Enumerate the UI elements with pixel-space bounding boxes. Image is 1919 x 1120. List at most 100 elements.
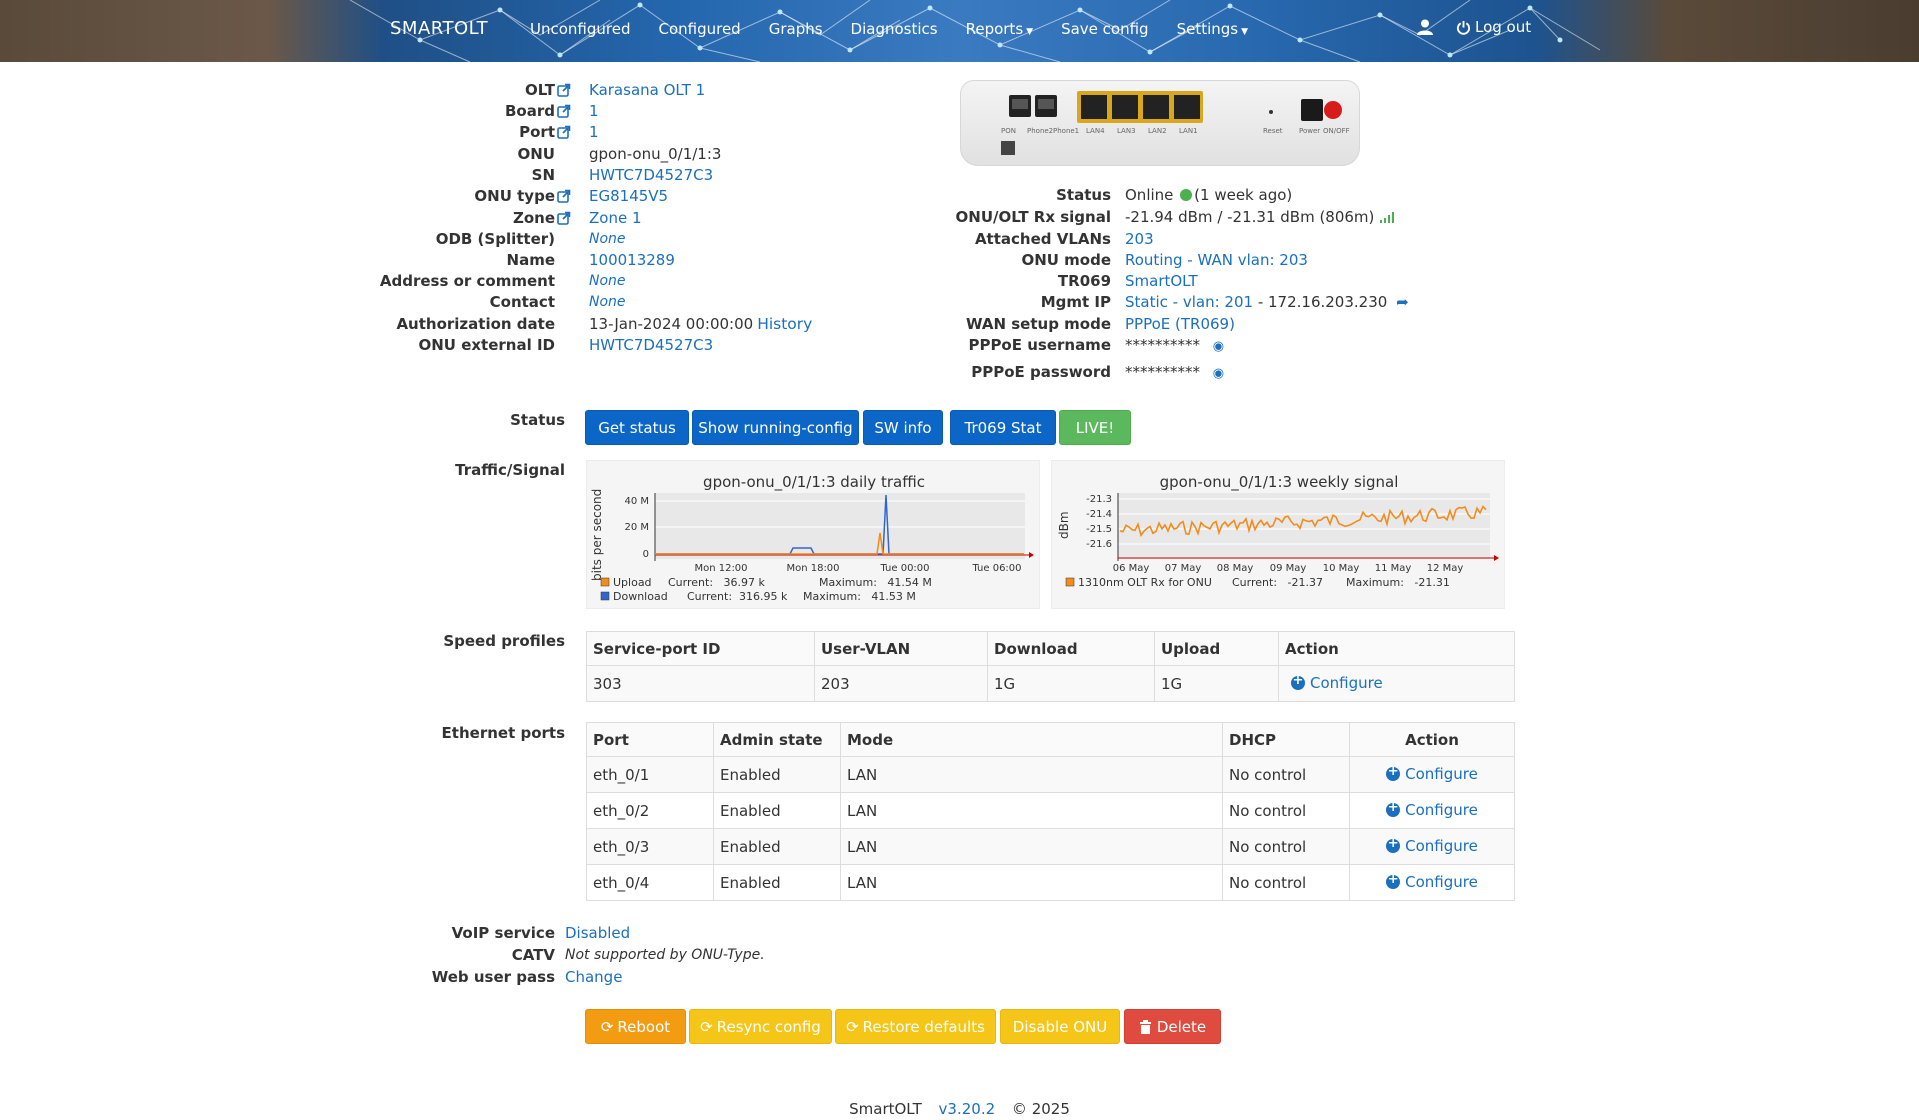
share-arrow-icon[interactable]: ➦ [1396, 293, 1409, 311]
traffic-signal-label: Traffic/Signal [455, 461, 565, 479]
signal-xtick: 11 May [1375, 563, 1412, 574]
table-row: eth_0/1EnabledLANNo control Configure [586, 756, 1515, 793]
info-value[interactable]: HWTC7D4527C3 [589, 336, 713, 354]
power-icon [1456, 20, 1471, 35]
pppoe-password-wrap: ********** ◉ [1125, 363, 1224, 381]
traffic-chart-svg: gpon-onu_0/1/1:3 daily traffic bits per … [590, 473, 1034, 603]
nav-reports[interactable]: Reports ▼ [952, 20, 1047, 38]
nav-right: Log out [1416, 18, 1531, 36]
show-running-config-button[interactable]: Show running-config [692, 410, 859, 445]
configure-label: Configure [1405, 800, 1478, 819]
nav-configured[interactable]: Configured [644, 20, 754, 38]
table-row: eth_0/2EnabledLANNo control Configure [586, 792, 1515, 829]
info-value[interactable]: None [589, 231, 626, 247]
configure-link[interactable]: Configure [1291, 673, 1383, 692]
traffic-xtick: Tue 00:00 [879, 563, 929, 574]
configure-link[interactable]: Configure [1386, 836, 1478, 855]
live-button[interactable]: LIVE! [1059, 410, 1131, 445]
upload-legend-swatch [600, 577, 610, 587]
vlans-value[interactable]: 203 [1125, 230, 1154, 248]
voip-key: VoIP service [451, 923, 555, 942]
info-row: Port 1 [335, 121, 599, 142]
tr069-stat-button[interactable]: Tr069 Stat [950, 410, 1056, 445]
resync-config-button[interactable]: ⟳ Resync config [689, 1009, 832, 1044]
nav-settings[interactable]: Settings ▼ [1163, 20, 1262, 38]
restore-defaults-button[interactable]: ⟳ Restore defaults [835, 1009, 996, 1044]
info-value[interactable]: HWTC7D4527C3 [589, 166, 713, 184]
nav-diagnostics[interactable]: Diagnostics [837, 20, 952, 38]
daily-traffic-graph[interactable]: gpon-onu_0/1/1:3 daily traffic bits per … [586, 460, 1040, 609]
info-row: ONU type EG8145V5 [335, 185, 668, 206]
info-row: ONU external ID HWTC7D4527C3 [335, 334, 714, 355]
onu-mode-value[interactable]: Routing - WAN vlan: 203 [1125, 251, 1308, 269]
disable-onu-button[interactable]: Disable ONU [1000, 1009, 1120, 1044]
nav-unconfigured[interactable]: Unconfigured [516, 20, 644, 38]
get-status-button[interactable]: Get status [585, 410, 689, 445]
configure-label: Configure [1405, 764, 1478, 783]
info-value[interactable]: Zone 1 [589, 209, 642, 227]
info-value[interactable]: 100013289 [589, 251, 675, 269]
delete-button[interactable]: Delete [1124, 1009, 1221, 1044]
table-row: eth_0/3EnabledLANNo control Configure [586, 828, 1515, 865]
weekly-signal-graph[interactable]: gpon-onu_0/1/1:3 weekly signal dBm -21.3… [1051, 460, 1505, 609]
external-link-icon[interactable] [557, 211, 581, 225]
onu-mode-key: ONU mode [1021, 250, 1111, 269]
rx-signal-value: -21.94 dBm / -21.31 dBm (806m) [1125, 207, 1375, 226]
nav-save-config[interactable]: Save config [1047, 20, 1163, 38]
info-key: OLT [524, 80, 555, 99]
logout-link[interactable]: Log out [1456, 18, 1531, 36]
cell-user-vlan: 203 [814, 665, 988, 702]
external-link-icon[interactable] [557, 189, 581, 203]
web-pass-change-link[interactable]: Change [565, 968, 622, 986]
external-link-icon[interactable] [557, 104, 581, 118]
eye-icon[interactable]: ◉ [1213, 366, 1224, 381]
mgmt-ip-link[interactable]: Static - vlan: 201 [1125, 293, 1253, 311]
pppoe-username-wrap: ********** ◉ [1125, 336, 1224, 354]
pppoe-password-row: PPPoE password ********** ◉ [890, 361, 1224, 382]
mgmt-ip-key: Mgmt IP [1040, 292, 1111, 311]
cell-action: Configure [1349, 756, 1515, 793]
info-value[interactable]: None [589, 273, 626, 289]
tr069-value[interactable]: SmartOLT [1125, 272, 1198, 290]
brand-logo[interactable]: SMARTOLT [390, 18, 488, 39]
onu-mode-row: ONU mode Routing - WAN vlan: 203 [890, 249, 1308, 270]
pppoe-username-key: PPPoE username [968, 335, 1111, 354]
cell-mode: LAN [840, 792, 1223, 829]
device-label-phone1: Phone1 [1053, 127, 1079, 135]
info-value[interactable]: EG8145V5 [589, 187, 668, 205]
traffic-y-label: bits per second [590, 489, 604, 581]
nav-graphs[interactable]: Graphs [755, 20, 837, 38]
status-value: Online (1 week ago) [1125, 186, 1292, 204]
external-link-icon[interactable] [557, 125, 581, 139]
info-row: Board 1 [335, 100, 599, 121]
reboot-label: Reboot [617, 1017, 671, 1036]
resync-config-label: Resync config [716, 1017, 821, 1036]
refresh-icon: ⟳ [600, 1017, 614, 1036]
sw-info-button[interactable]: SW info [863, 410, 943, 445]
reboot-button[interactable]: ⟳ Reboot [585, 1009, 686, 1044]
info-value[interactable]: 1 [589, 102, 599, 120]
info-value[interactable]: Karasana OLT 1 [589, 81, 705, 99]
info-row: ONU gpon-onu_0/1/1:3 [335, 143, 722, 164]
configure-link[interactable]: Configure [1386, 800, 1478, 819]
signal-xtick: 08 May [1217, 563, 1254, 574]
info-row: SN HWTC7D4527C3 [335, 164, 714, 185]
info-row: ODB (Splitter) None [335, 228, 626, 249]
footer-version-link[interactable]: v3.20.2 [939, 1100, 996, 1118]
signal-chart-svg: gpon-onu_0/1/1:3 weekly signal dBm -21.3… [1057, 473, 1499, 589]
cell-dhcp: No control [1222, 828, 1350, 865]
voip-value[interactable]: Disabled [565, 924, 630, 942]
info-value[interactable]: 1 [589, 123, 599, 141]
configure-link[interactable]: Configure [1386, 764, 1478, 783]
col-upload: Upload [1154, 631, 1279, 666]
eye-icon[interactable]: ◉ [1213, 339, 1224, 354]
external-link-icon[interactable] [557, 83, 581, 97]
configure-label: Configure [1310, 673, 1383, 692]
upload-legend-label: Upload [613, 576, 652, 589]
cell-mode: LAN [840, 756, 1223, 793]
info-value[interactable]: None [589, 294, 626, 310]
wan-mode-value[interactable]: PPPoE (TR069) [1125, 315, 1235, 333]
history-link[interactable]: History [757, 315, 812, 333]
configure-link[interactable]: Configure [1386, 872, 1478, 891]
user-icon[interactable] [1416, 18, 1434, 36]
